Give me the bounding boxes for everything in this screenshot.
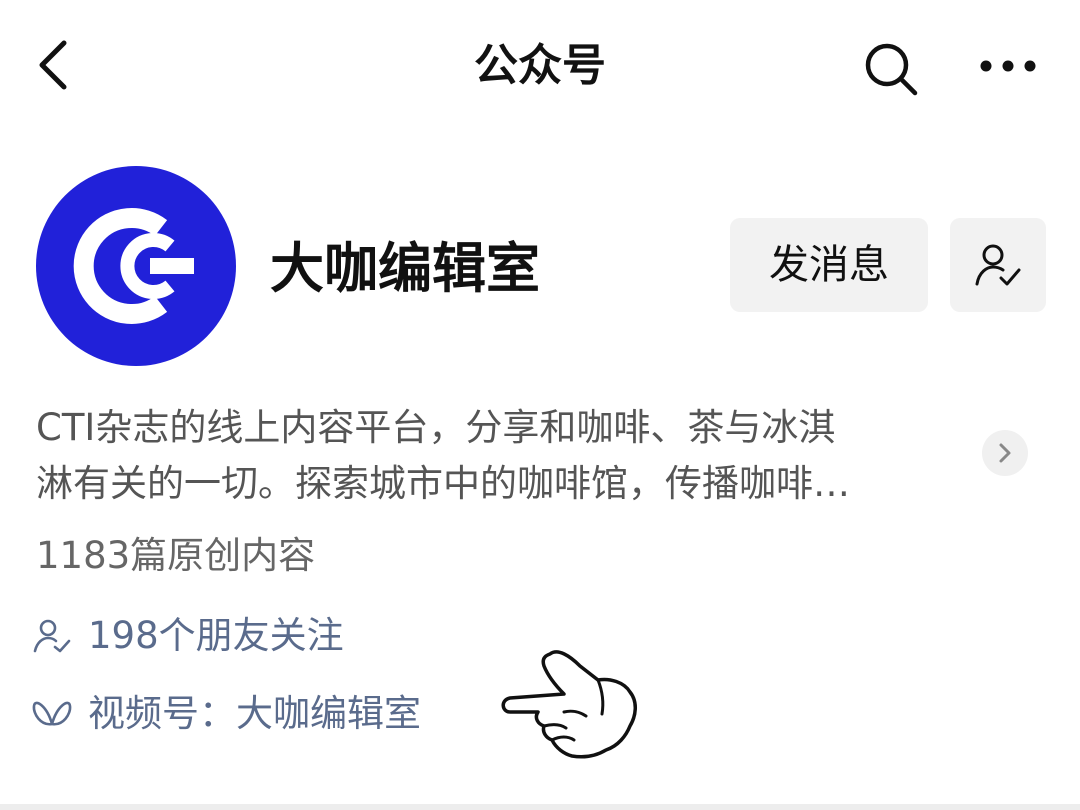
user-check-icon (975, 244, 1021, 286)
channels-label: 视频号：大咖编辑室 (88, 692, 421, 735)
more-button[interactable] (972, 36, 1044, 96)
friends-following-link[interactable]: 198个朋友关注 (30, 606, 470, 666)
account-description: CTI杂志的线上内容平台，分享和咖啡、茶与冰淇 淋有关的一切。探索城市中的咖啡馆… (36, 400, 968, 516)
chevron-left-icon (39, 40, 67, 90)
follow-button[interactable] (950, 218, 1046, 312)
pointing-hand-icon (501, 650, 637, 759)
channels-link[interactable]: 视频号：大咖编辑室 (30, 684, 490, 744)
avatar[interactable] (36, 166, 236, 366)
more-dots-icon (980, 60, 1036, 72)
original-article-count: 1183篇原创内容 (36, 534, 316, 577)
send-message-button[interactable]: 发消息 (730, 218, 928, 312)
chevron-right-icon (999, 443, 1011, 463)
account-logo (73, 208, 194, 324)
search-icon (865, 43, 918, 96)
description-expand-button[interactable] (982, 430, 1028, 476)
description-line: 淋有关的一切。探索城市中的咖啡馆，传播咖啡… (36, 462, 850, 505)
channels-butterfly-icon (30, 692, 74, 736)
description-line: CTI杂志的线上内容平台，分享和咖啡、茶与冰淇 (36, 406, 836, 449)
friends-following-label: 198个朋友关注 (88, 614, 344, 657)
back-button[interactable] (24, 30, 84, 100)
friends-icon (30, 614, 74, 658)
account-name: 大咖编辑室 (270, 237, 540, 300)
page-title: 公众号 (474, 40, 606, 91)
section-divider (0, 804, 1080, 810)
search-button[interactable] (858, 36, 924, 102)
